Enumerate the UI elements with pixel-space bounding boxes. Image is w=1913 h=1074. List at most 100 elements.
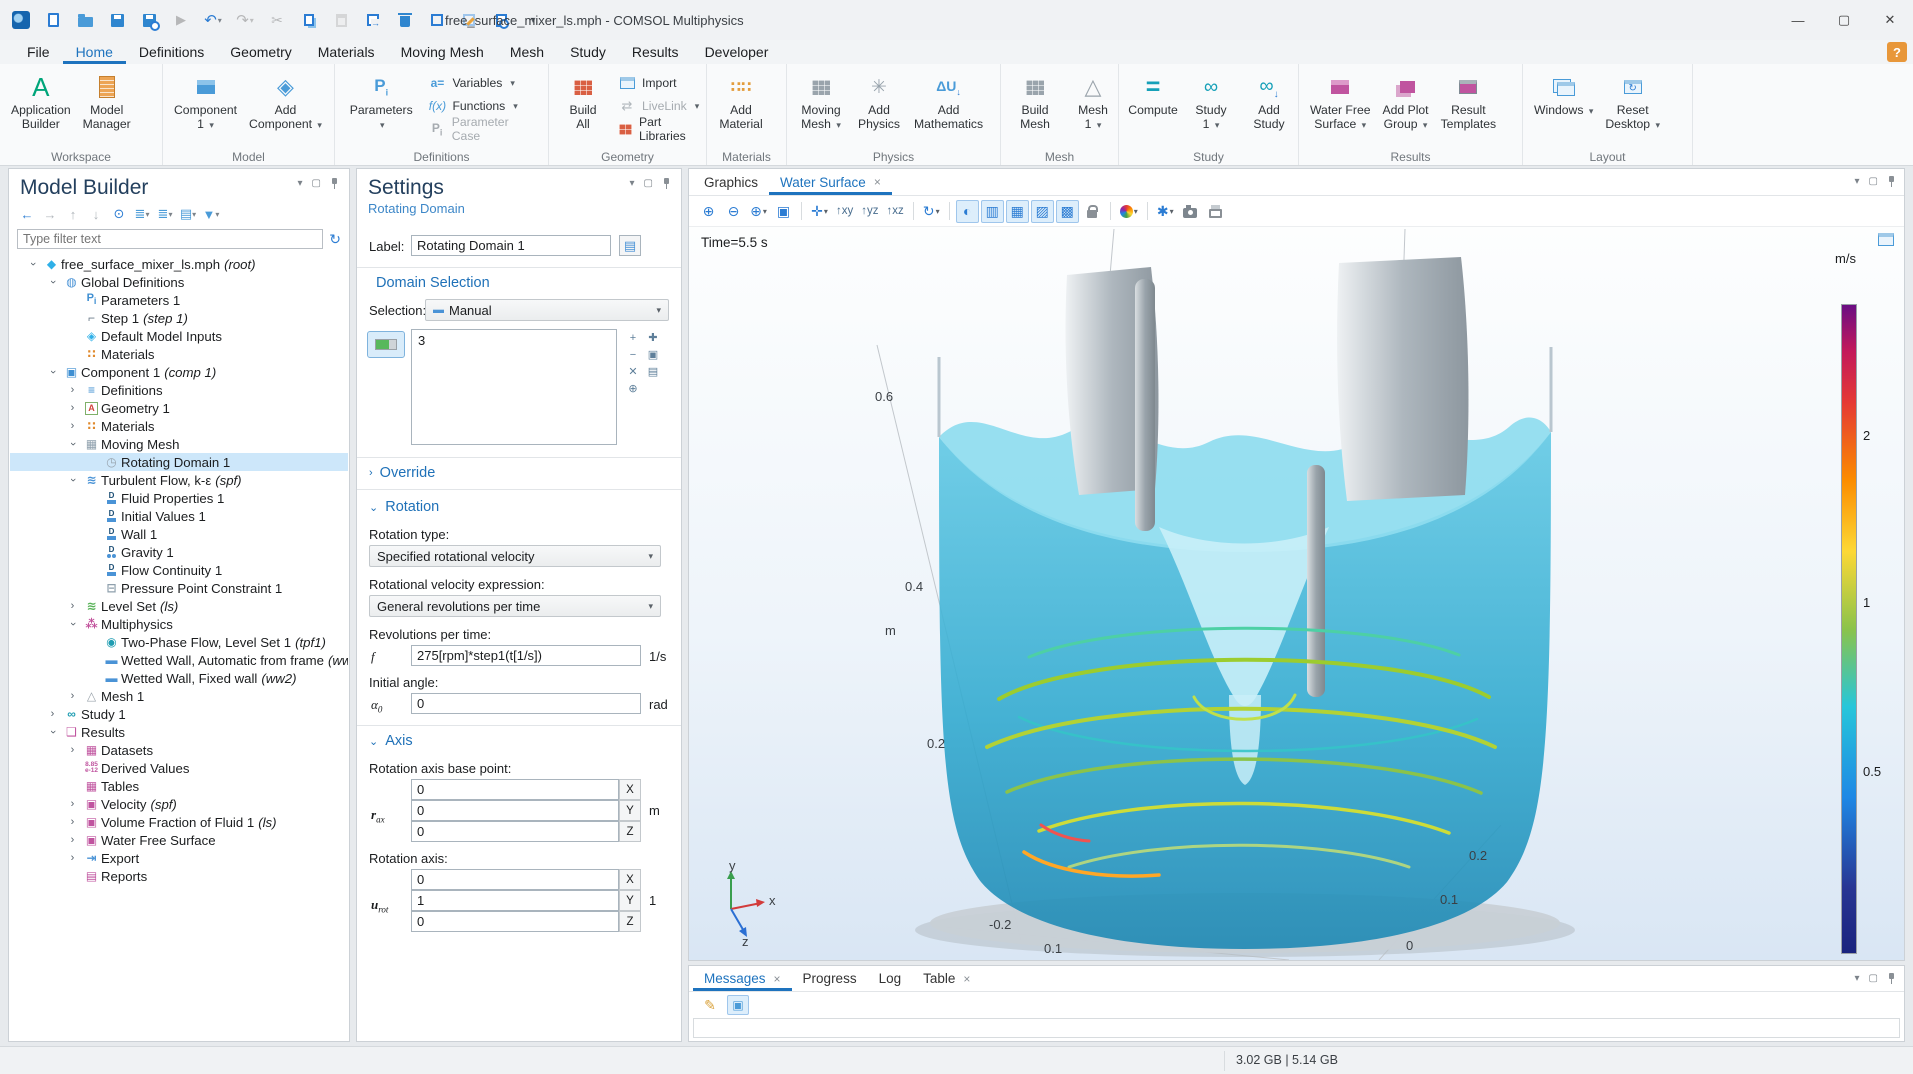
close-icon[interactable]: × <box>874 175 881 189</box>
tree-node-level-set[interactable]: ›≋Level Set(ls) <box>10 597 348 615</box>
paste-selection-icon[interactable]: ▤ <box>643 363 663 380</box>
info-tab-log[interactable]: Log <box>868 966 913 991</box>
rotation-axis-z-input[interactable]: 0 <box>411 911 619 932</box>
zoom-box-icon[interactable]: ⊕▾ <box>747 200 770 223</box>
scene-light-icon[interactable]: ◐ <box>956 200 979 223</box>
ribbon-button-compute[interactable]: =Compute <box>1125 69 1181 119</box>
clear-selection-icon[interactable]: ✕ <box>623 363 643 380</box>
zoom-in-icon[interactable]: ⊕ <box>697 200 720 223</box>
tree-node-definitions[interactable]: ›≡Definitions <box>10 381 348 399</box>
axis-y-button[interactable]: Y <box>619 890 641 911</box>
close-icon[interactable]: × <box>774 972 781 986</box>
tree-node-velocity[interactable]: ›▣Velocity(spf) <box>10 795 348 813</box>
axis-z-button[interactable]: Z <box>619 821 641 842</box>
view-yz-icon[interactable]: ↑yz <box>858 200 881 223</box>
refresh-icon[interactable]: ↻ <box>329 231 341 248</box>
ribbon-button-functions[interactable]: f(x)Functions▾ <box>423 95 542 117</box>
ribbon-tab-moving-mesh[interactable]: Moving Mesh <box>388 40 497 64</box>
tree-node-wetted-wall-fixed-wall[interactable]: ▬Wetted Wall, Fixed wall(ww2) <box>10 669 348 687</box>
section-domain-selection[interactable]: Domain Selection <box>369 275 490 291</box>
tree-node-gravity-1[interactable]: DGravity 1 <box>10 543 348 561</box>
ribbon-button-build-mesh[interactable]: Build Mesh <box>1007 69 1063 134</box>
show-grid-icon[interactable]: ▦ <box>1006 200 1029 223</box>
tree-expander-icon[interactable]: › <box>43 276 62 288</box>
copy-icon[interactable] <box>298 9 320 31</box>
ribbon-button-parameter-case[interactable]: PiParameter Case <box>423 118 542 140</box>
ribbon-button-import[interactable]: Import <box>613 72 704 94</box>
tree-node-derived-values[interactable]: 8.85e-12Derived Values <box>10 759 348 777</box>
tree-expander-icon[interactable]: › <box>63 798 82 810</box>
ribbon-button-livelink[interactable]: ⇄LiveLink▾ <box>613 95 704 117</box>
section-override[interactable]: ›Override <box>369 465 435 481</box>
show-icon[interactable]: ⊙ <box>109 204 129 224</box>
move-down-icon[interactable]: ↓ <box>86 204 106 224</box>
ribbon-button-parameters[interactable]: PiParameters ▾ <box>341 69 421 134</box>
zoom-extents-icon[interactable]: ▣ <box>772 200 795 223</box>
save-icon[interactable] <box>106 9 128 31</box>
axis-z-button[interactable]: Z <box>619 911 641 932</box>
tree-expander-icon[interactable]: › <box>63 816 82 828</box>
cut-icon[interactable]: ✂ <box>266 9 288 31</box>
ribbon-tab-file[interactable]: File <box>14 40 63 64</box>
ribbon-button-windows[interactable]: Windows ▾ <box>1529 69 1598 119</box>
rotate-view-icon[interactable]: ↻▾ <box>920 200 943 223</box>
ribbon-button-add-physics[interactable]: ✳Add Physics <box>851 69 907 134</box>
copy-selection-icon[interactable]: ▣ <box>643 346 663 363</box>
ribbon-button-add-study[interactable]: ∞↓Add Study <box>1241 69 1297 134</box>
zoom-out-icon[interactable]: ⊖ <box>722 200 745 223</box>
tree-expander-icon[interactable]: › <box>63 618 82 630</box>
maximize-button[interactable]: ▢ <box>1821 0 1867 40</box>
ribbon-tab-mesh[interactable]: Mesh <box>497 40 557 64</box>
axis-x-button[interactable]: X <box>619 779 641 800</box>
ribbon-tab-materials[interactable]: Materials <box>305 40 388 64</box>
plot-settings-icon[interactable]: ✱▾ <box>1154 200 1177 223</box>
tree-expander-icon[interactable]: › <box>43 708 62 720</box>
paste-icon[interactable] <box>330 9 352 31</box>
tree-node-study-1[interactable]: ›∞Study 1 <box>10 705 348 723</box>
collapse-all-icon[interactable]: ≣▾ <box>155 204 175 224</box>
show-selection-colors-icon[interactable]: ▩ <box>1056 200 1079 223</box>
tree-node-results[interactable]: ›❑Results <box>10 723 348 741</box>
panel-menu-icon[interactable]: ▾ <box>630 178 635 189</box>
panel-float-icon[interactable]: ▢ <box>1869 176 1878 187</box>
redo-icon[interactable]: ↷▾ <box>234 9 256 31</box>
ribbon-button-component-1[interactable]: Component 1 ▾ <box>169 69 242 134</box>
view-xz-icon[interactable]: ↑xz <box>884 200 907 223</box>
tree-node-global-definitions[interactable]: ›◍Global Definitions <box>10 273 348 291</box>
initial-angle-input[interactable]: 0 <box>411 693 641 714</box>
tree-node-water-free-surface[interactable]: ›▣Water Free Surface <box>10 831 348 849</box>
tree-node-moving-mesh[interactable]: ›▦Moving Mesh <box>10 435 348 453</box>
messages-content[interactable] <box>693 1018 1900 1038</box>
remove-from-selection-icon[interactable]: − <box>623 346 643 363</box>
tree-node-rotating-domain-1[interactable]: ◷Rotating Domain 1 <box>10 453 348 471</box>
base-point-z-input[interactable]: 0 <box>411 821 619 842</box>
create-selection-icon[interactable]: ✚ <box>643 329 663 346</box>
domain-selection-list[interactable]: 3 <box>411 329 617 445</box>
tree-expander-icon[interactable]: › <box>63 384 82 396</box>
section-axis[interactable]: ⌄Axis <box>369 733 413 749</box>
graphics-tab-water-surface[interactable]: Water Surface× <box>769 169 892 195</box>
ribbon-tab-definitions[interactable]: Definitions <box>126 40 217 64</box>
move-up-icon[interactable]: ↑ <box>63 204 83 224</box>
section-rotation[interactable]: ⌄Rotation <box>369 499 439 515</box>
back-icon[interactable]: ← <box>17 204 37 224</box>
duplicate-icon[interactable] <box>362 9 384 31</box>
new-file-icon[interactable] <box>42 9 64 31</box>
filter-icon[interactable]: ▼▾ <box>201 204 221 224</box>
panel-float-icon[interactable]: ▢ <box>644 178 653 189</box>
tree-node-wall-1[interactable]: DWall 1 <box>10 525 348 543</box>
tree-node-two-phase-flow-level-set-1[interactable]: ◉Two-Phase Flow, Level Set 1(tpf1) <box>10 633 348 651</box>
panel-menu-icon[interactable]: ▾ <box>298 178 303 189</box>
panel-menu-icon[interactable]: ▾ <box>1855 176 1860 187</box>
show-material-color-icon[interactable]: ▨ <box>1031 200 1054 223</box>
tree-expander-icon[interactable]: › <box>63 438 82 450</box>
tree-node-pressure-point-constraint-1[interactable]: ⊟Pressure Point Constraint 1 <box>10 579 348 597</box>
tree-node-step-1[interactable]: ⌐Step 1(step 1) <box>10 309 348 327</box>
color-theme-icon[interactable]: ▾ <box>1117 200 1141 223</box>
revolutions-per-time-input[interactable]: 275[rpm]*step1(t[1/s]) <box>411 645 641 666</box>
rotation-type-dropdown[interactable]: Specified rotational velocity▾ <box>369 545 661 567</box>
image-snapshot-icon[interactable] <box>1179 200 1202 223</box>
panel-pin-icon[interactable] <box>1887 972 1896 985</box>
tree-expander-icon[interactable]: › <box>23 258 42 270</box>
close-icon[interactable]: × <box>963 972 970 986</box>
